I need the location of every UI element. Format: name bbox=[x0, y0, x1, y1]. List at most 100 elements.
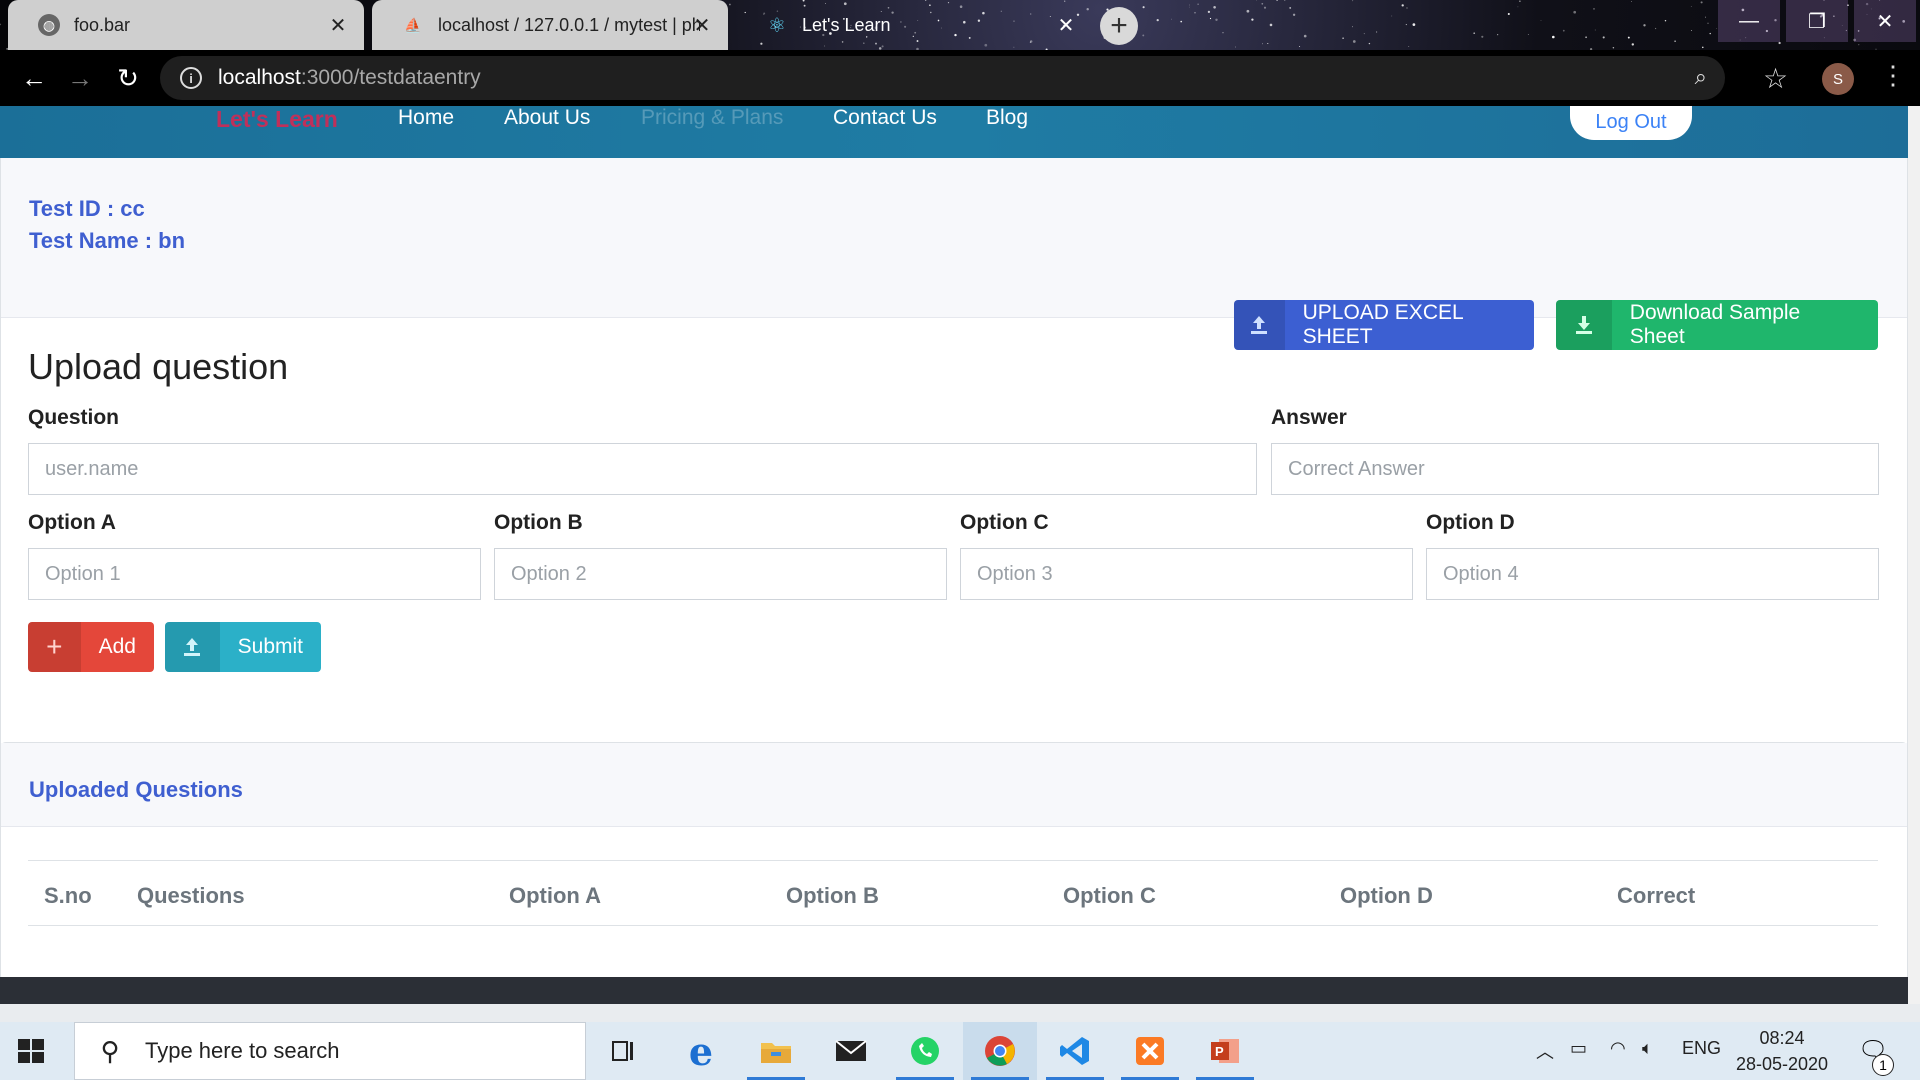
info-icon[interactable]: i bbox=[180, 67, 202, 89]
star-dot bbox=[1142, 6, 1145, 9]
react-icon: ⚛ bbox=[768, 14, 786, 37]
xampp-icon[interactable] bbox=[1113, 1022, 1187, 1080]
option-b-label: Option B bbox=[494, 511, 583, 534]
whatsapp-icon[interactable] bbox=[888, 1022, 962, 1080]
star-dot bbox=[1412, 23, 1416, 26]
close-tab-icon[interactable]: ✕ bbox=[690, 13, 714, 38]
column-header-sno[interactable]: S.no bbox=[44, 883, 92, 909]
wifi-icon[interactable]: ◠ bbox=[1610, 1038, 1626, 1059]
star-dot bbox=[1654, 27, 1657, 30]
column-header-questions[interactable]: Questions bbox=[137, 883, 245, 909]
brand-logo[interactable]: Let's Learn bbox=[216, 106, 338, 133]
nav-about-us[interactable]: About Us bbox=[504, 106, 590, 130]
file-explorer-icon[interactable] bbox=[739, 1022, 813, 1080]
option-d-input[interactable] bbox=[1426, 548, 1879, 600]
star-dot bbox=[1716, 28, 1718, 29]
answer-input[interactable] bbox=[1271, 443, 1879, 495]
volume-icon[interactable]: 🔈︎ bbox=[1642, 1038, 1653, 1059]
close-tab-icon[interactable]: ✕ bbox=[326, 13, 350, 38]
page-scrollbar[interactable] bbox=[1908, 106, 1920, 1004]
back-arrow-icon[interactable]: ← bbox=[16, 60, 52, 96]
logout-button[interactable]: Log Out bbox=[1570, 106, 1692, 140]
option-a-input[interactable] bbox=[28, 548, 481, 600]
option-b-input[interactable] bbox=[494, 548, 947, 600]
download-sample-label: Download Sample Sheet bbox=[1629, 301, 1801, 348]
edge-icon[interactable]: e bbox=[664, 1022, 738, 1080]
chrome-icon[interactable] bbox=[963, 1022, 1037, 1080]
tab-lets-learn[interactable]: ⚛ Let's Learn ✕ bbox=[736, 0, 1092, 50]
globe-icon: ◍ bbox=[38, 14, 60, 36]
upload-excel-label: UPLOAD EXCEL SHEET bbox=[1302, 301, 1463, 348]
submit-label: Submit bbox=[237, 635, 303, 658]
star-dot bbox=[1585, 36, 1587, 39]
column-header-option-d[interactable]: Option D bbox=[1340, 883, 1433, 909]
star-dot bbox=[0, 23, 2, 26]
star-dot bbox=[1267, 42, 1269, 45]
star-dot bbox=[1405, 24, 1407, 26]
windows-start-icon[interactable] bbox=[16, 1036, 46, 1066]
tab-phpmyadmin[interactable]: ⛵ localhost / 127.0.0.1 / mytest | php ✕ bbox=[372, 0, 728, 50]
star-dot bbox=[1142, 34, 1145, 37]
star-dot bbox=[1778, 41, 1781, 45]
star-dot bbox=[1299, 46, 1301, 47]
window-close-button[interactable]: ✕ bbox=[1854, 0, 1916, 42]
language-indicator[interactable]: ENG bbox=[1682, 1038, 1721, 1059]
star-dot bbox=[1562, 29, 1565, 32]
powerpoint-icon[interactable]: P bbox=[1188, 1022, 1262, 1080]
close-tab-icon[interactable]: ✕ bbox=[1054, 13, 1078, 38]
option-c-input[interactable] bbox=[960, 548, 1413, 600]
star-dot bbox=[1189, 4, 1190, 6]
restore-button[interactable]: ❐ bbox=[1786, 0, 1848, 42]
star-dot bbox=[1704, 16, 1707, 18]
nav-contact-us[interactable]: Contact Us bbox=[833, 106, 937, 130]
upload-excel-button[interactable]: UPLOAD EXCEL SHEET bbox=[1234, 300, 1534, 350]
star-dot bbox=[1222, 32, 1224, 34]
url-host: localhost bbox=[218, 66, 301, 89]
app-navbar: Let's Learn Home About Us Pricing & Plan… bbox=[0, 106, 1908, 158]
new-tab-button[interactable]: + bbox=[1100, 7, 1138, 45]
star-dot bbox=[1303, 34, 1307, 38]
battery-icon[interactable]: ▭ bbox=[1570, 1038, 1587, 1059]
download-sample-button[interactable]: Download Sample Sheet bbox=[1556, 300, 1878, 350]
bookmark-star-icon[interactable]: ☆ bbox=[1763, 62, 1788, 95]
star-dot bbox=[1180, 20, 1183, 23]
column-header-option-b[interactable]: Option B bbox=[786, 883, 879, 909]
nav-pricing-plans[interactable]: Pricing & Plans bbox=[641, 106, 783, 130]
star-dot bbox=[1391, 15, 1393, 17]
star-dot bbox=[1481, 35, 1484, 38]
star-dot bbox=[1246, 9, 1250, 13]
taskbar-search-box[interactable]: ⚲ Type here to search bbox=[74, 1022, 586, 1080]
nav-home[interactable]: Home bbox=[398, 106, 454, 130]
star-dot bbox=[1406, 7, 1408, 9]
form-title: Upload question bbox=[28, 346, 289, 387]
minimize-button[interactable]: — bbox=[1718, 0, 1780, 42]
column-header-option-a[interactable]: Option A bbox=[509, 883, 601, 909]
profile-avatar[interactable]: S bbox=[1822, 63, 1854, 95]
address-bar[interactable]: i localhost:3000/testdataentry ⌕ bbox=[160, 56, 1725, 100]
browser-menu-icon[interactable]: ⋮ bbox=[1880, 60, 1906, 91]
card-header: Test ID : cc Test Name : bn bbox=[1, 158, 1907, 318]
uploaded-questions-title: Uploaded Questions bbox=[29, 777, 243, 802]
tab-foo-bar[interactable]: ◍ foo.bar ✕ bbox=[8, 0, 364, 50]
star-dot bbox=[1194, 11, 1196, 14]
mail-icon[interactable] bbox=[814, 1022, 888, 1080]
task-view-icon[interactable] bbox=[587, 1022, 661, 1080]
clock-time[interactable]: 08:24 bbox=[1734, 1028, 1830, 1049]
option-c-label: Option C bbox=[960, 511, 1049, 534]
star-dot bbox=[1527, 34, 1529, 36]
question-input[interactable] bbox=[28, 443, 1257, 495]
reload-icon[interactable]: ↻ bbox=[110, 60, 146, 96]
submit-button[interactable]: Submit bbox=[165, 622, 321, 672]
nav-blog[interactable]: Blog bbox=[986, 106, 1028, 130]
star-dot bbox=[1263, 6, 1267, 9]
zoom-icon[interactable]: ⌕ bbox=[1695, 64, 1707, 90]
tray-expand-icon[interactable]: ︿ bbox=[1536, 1038, 1554, 1064]
add-label: Add bbox=[98, 635, 136, 658]
add-button[interactable]: + Add bbox=[28, 622, 154, 672]
vscode-icon[interactable] bbox=[1038, 1022, 1112, 1080]
test-name: Test Name : bn bbox=[29, 228, 186, 253]
column-header-correct[interactable]: Correct bbox=[1617, 883, 1695, 909]
forward-arrow-icon[interactable]: → bbox=[62, 60, 98, 96]
column-header-option-c[interactable]: Option C bbox=[1063, 883, 1156, 909]
clock-date[interactable]: 28-05-2020 bbox=[1734, 1054, 1830, 1075]
